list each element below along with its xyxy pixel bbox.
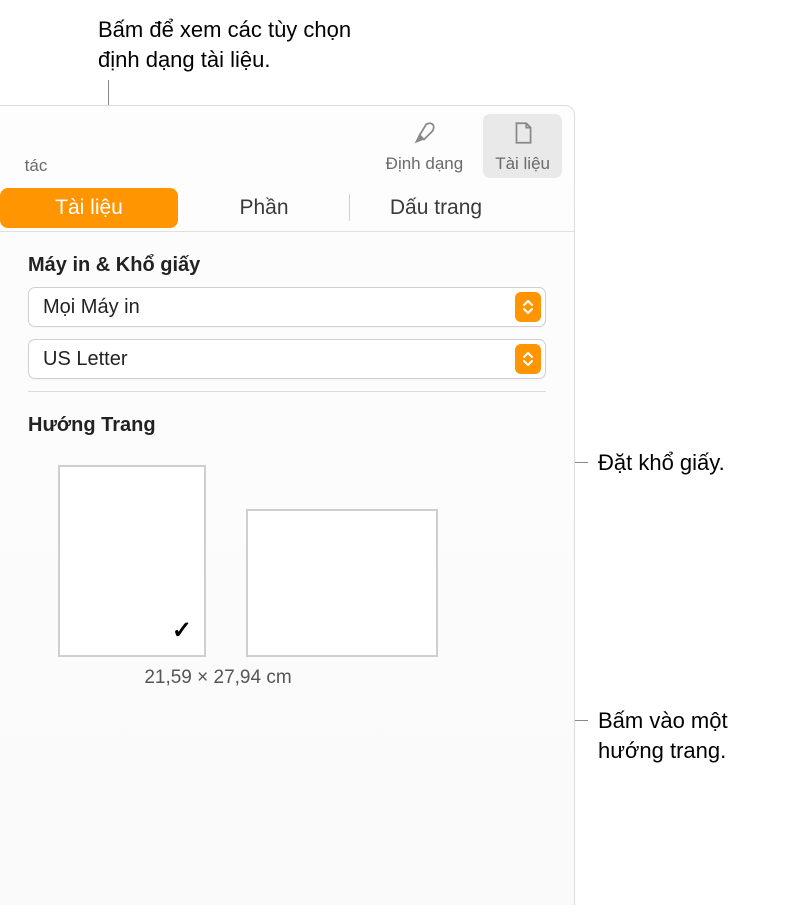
popup-arrows-icon xyxy=(515,344,541,374)
orientation-options: ✓ xyxy=(28,447,546,657)
paintbrush-icon xyxy=(411,120,437,151)
tab-section[interactable]: Phần xyxy=(178,184,350,231)
callout-document-tab: Bấm để xem các tùy chọn định dạng tài li… xyxy=(98,15,398,74)
orientation-title: Hướng Trang xyxy=(28,414,546,437)
printer-paper-section: Máy in & Khổ giấy Mọi Máy in US Letter xyxy=(0,232,574,379)
paper-size-popup-value: US Letter xyxy=(43,348,515,371)
checkmark-icon: ✓ xyxy=(172,616,192,645)
toolbar-left-partial: tác xyxy=(12,114,60,176)
format-button[interactable]: Định dạng xyxy=(374,114,476,178)
inspector-tabs: Tài liệu Phần Dấu trang xyxy=(0,184,574,232)
orientation-section: Hướng Trang ✓ 21,59 × 27,94 cm xyxy=(0,392,574,689)
page-dimensions: 21,59 × 27,94 cm xyxy=(28,667,408,689)
popup-arrows-icon xyxy=(515,292,541,322)
document-button-label: Tài liệu xyxy=(495,154,550,174)
printer-popup[interactable]: Mọi Máy in xyxy=(28,287,546,327)
toolbar: tác Định dạng Tài liệu xyxy=(0,106,574,184)
orientation-landscape[interactable] xyxy=(246,509,438,657)
tab-document[interactable]: Tài liệu xyxy=(0,188,178,228)
paper-size-popup[interactable]: US Letter xyxy=(28,339,546,379)
printer-popup-value: Mọi Máy in xyxy=(43,296,515,319)
orientation-portrait[interactable]: ✓ xyxy=(58,465,206,657)
document-icon xyxy=(510,120,536,151)
landscape-thumbnail xyxy=(246,509,438,657)
document-button[interactable]: Tài liệu xyxy=(483,114,562,178)
format-button-label: Định dạng xyxy=(386,154,464,174)
portrait-thumbnail: ✓ xyxy=(58,465,206,657)
inspector-panel: tác Định dạng Tài liệu Tài liệu Phần xyxy=(0,105,575,905)
callout-orientation: Bấm vào một hướng trang. xyxy=(598,706,778,765)
callout-paper-size: Đặt khổ giấy. xyxy=(598,448,725,478)
tab-bookmarks[interactable]: Dấu trang xyxy=(350,184,522,231)
printer-paper-title: Máy in & Khổ giấy xyxy=(28,254,546,277)
